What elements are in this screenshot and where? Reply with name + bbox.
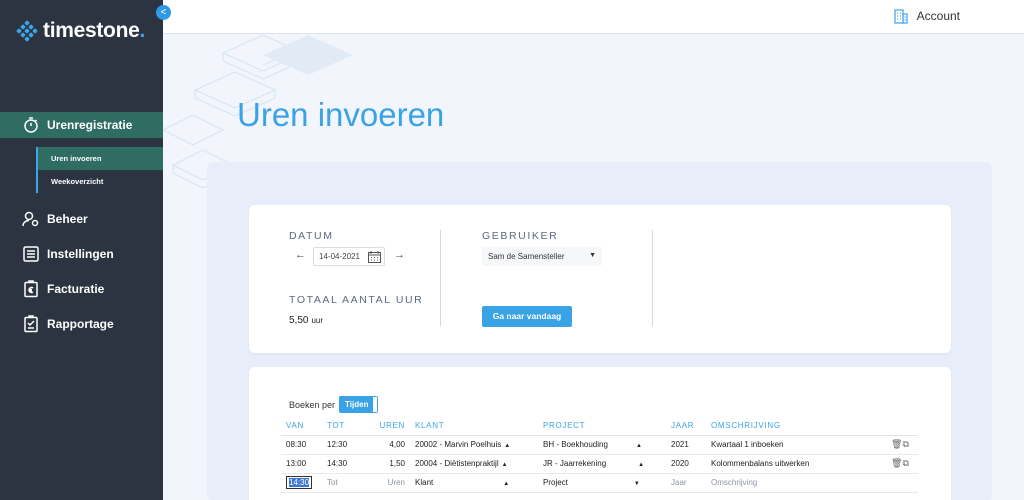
copy-icon[interactable]: ⧉ — [902, 439, 908, 449]
go-to-today-button[interactable]: Ga naar vandaag — [482, 306, 572, 327]
nav-item-beheer[interactable]: Beheer — [0, 205, 163, 232]
col-omschrijving: OMSCHRIJVING — [706, 417, 886, 436]
col-project: PROJECT — [538, 417, 666, 436]
totaal-label: TOTAAL AANTAL UUR — [289, 294, 424, 306]
caret-up-icon: ▲ — [501, 462, 508, 468]
tot-input[interactable]: Tot — [322, 473, 366, 493]
nav-label: Facturatie — [47, 281, 105, 296]
previous-day-arrow-icon[interactable]: ← — [295, 249, 306, 261]
sidebar: timestone. Urenregistratie Uren invoeren… — [0, 0, 163, 500]
account-menu[interactable]: Account — [893, 8, 960, 24]
delete-icon[interactable]: 🗑 — [891, 458, 902, 468]
settings-panel-icon — [23, 245, 39, 262]
col-jaar: JAAR — [666, 417, 706, 436]
cell-van[interactable]: 13:00 — [281, 454, 322, 474]
nav-item-rapportage[interactable]: Rapportage — [0, 310, 163, 337]
main-nav: Urenregistratie Uren invoeren Weekoverzi… — [0, 112, 163, 345]
cell-tot[interactable]: 12:30 — [322, 435, 366, 455]
col-uren: UREN — [366, 417, 410, 436]
klant-select[interactable]: Klant ▲ — [410, 473, 538, 493]
divider — [440, 230, 441, 326]
nav-item-urenregistratie[interactable]: Urenregistratie — [0, 112, 163, 138]
date-value: 14-04-2021 — [319, 252, 360, 261]
invoice-euro-icon — [24, 279, 38, 297]
nav-label: Instellingen — [47, 246, 114, 261]
jaar-input[interactable]: Jaar — [666, 473, 706, 493]
logo[interactable]: timestone. — [16, 19, 146, 43]
cell-project[interactable]: BH - Boekhouding ▲ — [538, 435, 666, 455]
toggle-option-tijden[interactable]: Tijden — [340, 397, 374, 412]
cell-omschrijving[interactable]: Kolommenbalans uitwerken — [706, 454, 886, 474]
next-day-arrow-icon[interactable]: → — [394, 249, 405, 261]
uren-input[interactable]: Uren — [366, 473, 410, 493]
omschrijving-input[interactable]: Omschrijving — [706, 473, 886, 493]
cell-jaar[interactable]: 2020 — [666, 454, 706, 474]
col-klant: KLANT — [410, 417, 538, 436]
entries-card: Boeken per Tijden VAN TOT UREN KLANT PRO… — [249, 367, 951, 500]
table-row[interactable]: 13:00 14:30 1,50 20004 - Diëtistenprakti… — [281, 454, 918, 474]
cell-klant[interactable]: 20004 - Diëtistenpraktijl ▲ — [410, 454, 538, 474]
cell-van[interactable]: 08:30 — [281, 435, 322, 455]
account-label: Account — [916, 9, 960, 23]
row-actions: 🗑⧉ — [886, 435, 918, 455]
caret-up-icon: ▲ — [635, 443, 642, 449]
user-select-value: Sam de Samensteller — [488, 252, 565, 261]
col-van: VAN — [281, 417, 322, 436]
report-icon — [24, 314, 38, 332]
caret-up-icon: ▲ — [504, 443, 511, 449]
page-title: Uren invoeren — [237, 96, 445, 133]
nav-label: Rapportage — [47, 316, 114, 331]
cell-tot[interactable]: 14:30 — [322, 454, 366, 474]
nav-sub-uren-invoeren[interactable]: Uren invoeren — [36, 147, 163, 170]
cell-project[interactable]: JR - Jaarrekening ▲ — [538, 454, 666, 474]
copy-icon[interactable]: ⧉ — [902, 458, 908, 468]
user-select[interactable]: Sam de Samensteller ▼ — [482, 247, 602, 266]
caret-up-icon: ▲ — [503, 481, 510, 487]
nav-item-instellingen[interactable]: Instellingen — [0, 240, 163, 267]
cell-uren[interactable]: 1,50 — [366, 454, 410, 474]
divider — [652, 230, 653, 326]
totaal-value: 5,50 uur — [289, 315, 324, 326]
van-input[interactable]: 14:30 — [281, 473, 322, 493]
user-gear-icon — [22, 211, 39, 226]
caret-down-icon: ▼ — [589, 252, 596, 259]
topbar: Account — [163, 0, 1024, 34]
nav-submenu: Uren invoeren Weekoverzicht — [0, 138, 163, 197]
row-actions: 🗑⧉ — [886, 454, 918, 474]
date-input[interactable]: 14-04-2021 — [313, 247, 385, 266]
cell-jaar[interactable]: 2021 — [666, 435, 706, 455]
nav-item-facturatie[interactable]: Facturatie — [0, 275, 163, 302]
col-tot: TOT — [322, 417, 366, 436]
cell-klant[interactable]: 20002 - Marvin Poelhuis ▲ — [410, 435, 538, 455]
new-entry-row[interactable]: 14:30 Tot Uren Klant ▲ Project ▼ Jaar Omsc… — [281, 473, 918, 493]
logo-text: timestone. — [43, 19, 146, 42]
entries-table: VAN TOT UREN KLANT PROJECT JAAR OMSCHRIJ… — [281, 417, 918, 493]
sidebar-collapse-button[interactable]: < — [156, 5, 171, 20]
boeken-per-toggle[interactable]: Tijden — [339, 396, 379, 413]
datum-label: DATUM — [289, 230, 334, 242]
cell-uren[interactable]: 4,00 — [366, 435, 410, 455]
boeken-per: Boeken per Tijden — [289, 396, 379, 413]
calendar-icon[interactable] — [368, 251, 381, 263]
nav-label: Beheer — [47, 211, 88, 226]
stopwatch-icon — [24, 117, 38, 133]
caret-down-icon: ▼ — [633, 481, 640, 487]
nav-sub-weekoverzicht[interactable]: Weekoverzicht — [36, 170, 163, 193]
gebruiker-label: GEBRUIKER — [482, 230, 559, 242]
delete-icon[interactable]: 🗑 — [891, 439, 902, 449]
logo-mark-icon — [16, 20, 38, 42]
table-header: VAN TOT UREN KLANT PROJECT JAAR OMSCHRIJ… — [281, 417, 918, 436]
filter-card: DATUM ← 14-04-2021 → GEBRUIKER Sam de Sa… — [249, 205, 951, 353]
caret-up-icon: ▲ — [638, 462, 645, 468]
table-row[interactable]: 08:30 12:30 4,00 20002 - Marvin Poelhuis… — [281, 435, 918, 455]
cell-omschrijving[interactable]: Kwartaal 1 inboeken — [706, 435, 886, 455]
nav-label: Urenregistratie — [47, 118, 133, 132]
project-select[interactable]: Project ▼ — [538, 473, 666, 493]
building-icon — [894, 9, 908, 24]
boeken-per-label: Boeken per — [289, 399, 336, 410]
